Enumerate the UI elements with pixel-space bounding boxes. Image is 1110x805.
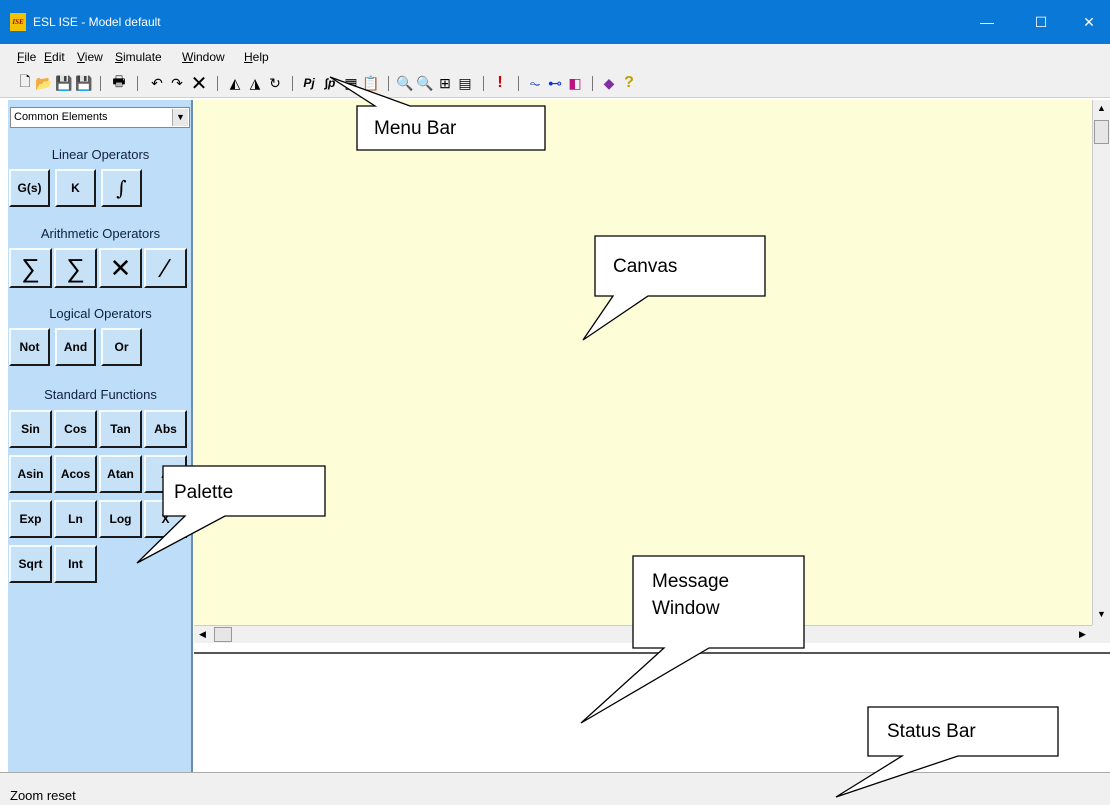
menu-bar: File Edit View Simulate Window Help [0,44,1110,68]
model-canvas[interactable] [194,100,1092,625]
save-icon[interactable]: 💾 [55,74,73,92]
vertical-scroll-thumb[interactable] [1094,120,1109,144]
zoom-in-icon[interactable]: 🔍 [396,74,414,92]
ln-block-button[interactable]: Ln [54,500,97,538]
title-bar: ISE ESL ISE - Model default — ☐ ✕ [0,0,1110,44]
section-arithmetic-operators: Arithmetic Operators [40,226,161,241]
toolbar-separator [100,76,101,91]
close-button[interactable]: ✕ [1066,0,1110,44]
flip-horizontal-icon[interactable]: ◭ [226,74,244,92]
flip-vertical-icon[interactable]: ◮ [246,74,264,92]
save-all-icon[interactable]: 💾 [75,74,93,92]
horizontal-scroll-thumb[interactable] [214,627,232,642]
status-bar: Zoom reset [0,772,1110,805]
and-block-button[interactable]: And [55,328,96,366]
power-block-button[interactable]: X [144,500,187,538]
open-file-icon[interactable]: 📂 [35,74,53,92]
toolbar-separator [137,76,138,91]
gs-block-button[interactable]: G(s) [9,169,50,207]
sum-block-button[interactable]: ∑ [9,248,52,288]
atan-block-button[interactable]: Atan [99,455,142,493]
message-window-label-line1: Message [652,571,730,592]
toolbar: 🗋 📂 💾 💾 🖶 ↶ ↷ ✕ ◭ ◮ ↻ Pj ∫p ▦ 📋 🔍 🔍 ⊞ ▤ … [0,68,1110,98]
chevron-down-icon[interactable]: ▼ [172,109,188,126]
toolbar-separator [388,76,389,91]
toolbar-separator [483,76,484,91]
print-icon[interactable]: 🖶 [110,73,128,92]
canvas-vertical-scrollbar[interactable]: ▲ ▼ [1092,100,1110,625]
not-block-button[interactable]: Not [9,328,50,366]
multiply-block-button[interactable]: ✕ [99,248,142,288]
acos-block-button[interactable]: Acos [54,455,97,493]
palette-category-select[interactable]: Common Elements ▼ [10,107,190,128]
integration-params-icon[interactable]: ∫p [321,74,339,92]
block-3d-icon[interactable]: ◧ [566,74,584,92]
sin-block-button[interactable]: Sin [9,410,52,448]
section-standard-functions: Standard Functions [44,387,157,402]
book-icon[interactable]: ◆ [600,74,618,92]
redo-icon[interactable]: ↷ [168,74,186,92]
help-icon[interactable]: ? [620,74,638,92]
grid-icon[interactable]: ▤ [456,74,474,92]
zoom-fit-icon[interactable]: ⊞ [436,74,454,92]
canvas-horizontal-scrollbar[interactable]: ◀ ▶ [194,625,1092,643]
cos-block-button[interactable]: Cos [54,410,97,448]
app-icon: ISE [10,13,26,31]
or-block-button[interactable]: Or [101,328,142,366]
gain-block-button[interactable]: K [55,169,96,207]
section-linear-operators: Linear Operators [51,147,150,162]
menu-view[interactable]: View [77,50,103,64]
message-window[interactable] [194,652,1110,772]
scroll-left-icon[interactable]: ◀ [194,626,211,643]
divide-block-button[interactable]: ∕ [144,248,187,288]
integrator-block-button[interactable]: ∫ [101,169,142,207]
asin-block-button[interactable]: Asin [9,455,52,493]
status-text: Zoom reset [10,788,76,803]
toolbar-separator [518,76,519,91]
palette-label: Palette [174,482,234,503]
sqrt-block-button[interactable]: Sqrt [9,545,52,583]
tan-block-button[interactable]: Tan [99,410,142,448]
minimize-button[interactable]: — [964,0,1010,44]
undo-icon[interactable]: ↶ [148,74,166,92]
status-bar-label: Status Bar [887,721,976,742]
menu-edit[interactable]: Edit [44,50,65,64]
menu-simulate[interactable]: Simulate [115,50,162,64]
palette-panel: Common Elements ▼ Linear Operators G(s) … [8,100,193,772]
scrollbar-corner [1092,625,1110,643]
parameters-icon[interactable]: Pj [300,74,318,92]
plot-icon[interactable]: ⏦ [526,74,544,92]
sum3-block-button[interactable]: ∑ [54,248,97,288]
compile-icon[interactable]: ▦ [342,74,360,92]
zoom-reset-icon[interactable]: 🔍 [416,74,434,92]
exp-block-button[interactable]: Exp [9,500,52,538]
scroll-up-icon[interactable]: ▲ [1093,100,1110,117]
maximize-button[interactable]: ☐ [1018,0,1064,44]
section-logical-operators: Logical Operators [49,306,152,321]
toolbar-separator [217,76,218,91]
toolbar-separator [292,76,293,91]
menu-file[interactable]: File [17,50,36,64]
toolbar-separator [592,76,593,91]
menu-bar-label: Menu Bar [374,118,457,139]
connector-icon[interactable]: ⊷ [546,74,564,92]
new-file-icon[interactable]: 🗋 [16,73,34,92]
abs-block-button[interactable]: Abs [144,410,187,448]
scroll-down-icon[interactable]: ▼ [1093,606,1110,623]
properties-icon[interactable]: 📋 [362,74,380,92]
menu-window[interactable]: Window [182,50,225,64]
delete-icon[interactable]: ✕ [190,73,208,95]
canvas-label: Canvas [613,256,678,277]
rotate-icon[interactable]: ↻ [266,74,284,92]
window-title: ESL ISE - Model default [33,15,161,29]
int-block-button[interactable]: Int [54,545,97,583]
scroll-right-icon[interactable]: ▶ [1074,626,1091,643]
palette-category-value: Common Elements [14,111,108,123]
menu-help[interactable]: Help [244,50,269,64]
run-icon[interactable]: ! [491,74,509,92]
message-window-label-line2: Window [652,598,720,619]
log-block-button[interactable]: Log [99,500,142,538]
